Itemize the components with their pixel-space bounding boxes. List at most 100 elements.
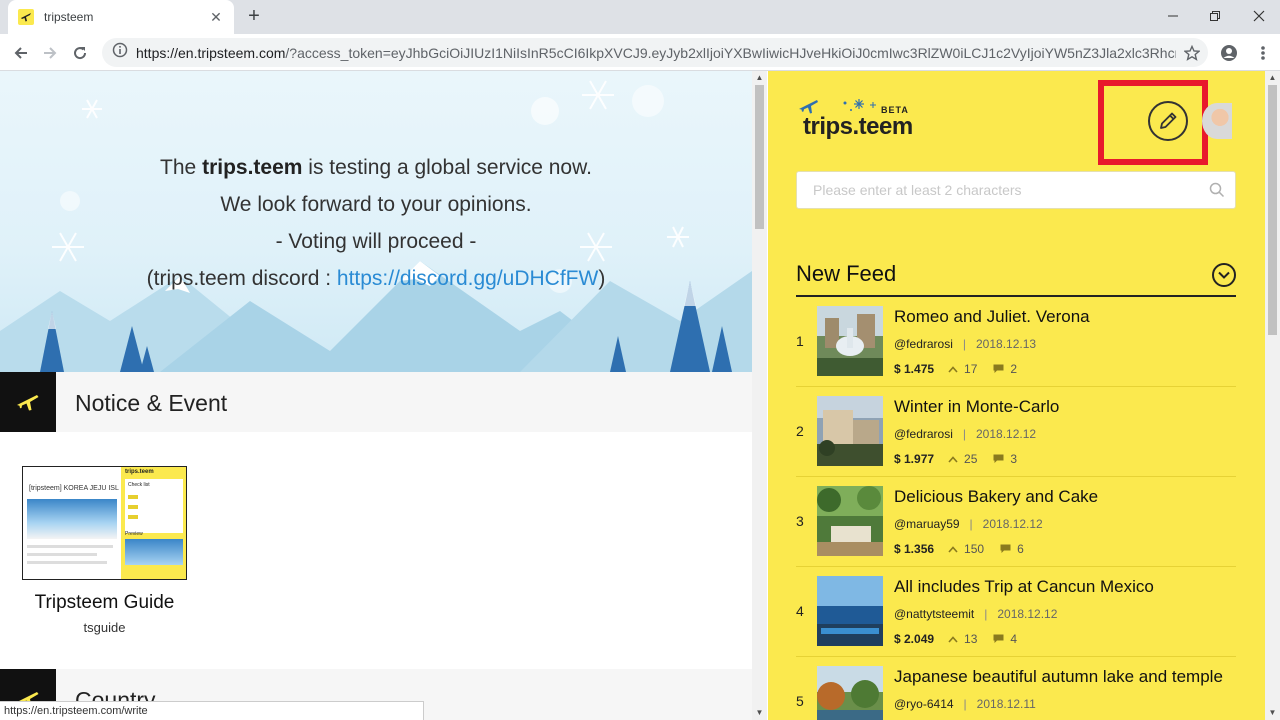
feed-list: 1 Romeo and Juliet. Verona @fedrarosi | … [796, 297, 1236, 720]
scroll-down-icon[interactable]: ▼ [755, 708, 764, 718]
upvote-value: 13 [964, 632, 978, 646]
upvote-count[interactable]: 150 [948, 542, 984, 556]
feed-stats: $ 1.356 150 6 [894, 542, 1024, 556]
feed-title-link[interactable]: Delicious Bakery and Cake [894, 487, 1098, 507]
upvote-value: 150 [964, 542, 985, 556]
feed-rank: 4 [796, 603, 804, 619]
feed-title: New Feed [796, 261, 897, 286]
feed-meta: @fedrarosi | 2018.12.12 [894, 427, 1036, 441]
write-post-button[interactable] [1148, 101, 1188, 141]
scroll-up-icon[interactable]: ▲ [755, 73, 764, 83]
feed-item[interactable]: 2 Winter in Monte-Carlo @fedrarosi | 201… [796, 387, 1236, 477]
comment-count[interactable]: 6 [1000, 542, 1024, 556]
feed-author[interactable]: @fedrarosi [894, 427, 953, 441]
panel-scrollbar[interactable]: ▲ ▼ [1265, 71, 1280, 720]
new-feed-header: New Feed [796, 259, 1236, 297]
scroll-thumb[interactable] [755, 85, 764, 229]
feed-author[interactable]: @nattytsteemit [894, 607, 974, 621]
chevron-down-icon[interactable] [1212, 263, 1236, 287]
upvote-icon [948, 635, 958, 643]
browser-toolbar: https://en.tripsteem.com/?access_token=e… [0, 34, 1280, 71]
meta-separator: | [962, 427, 966, 441]
feed-thumbnail[interactable] [817, 306, 883, 376]
upvote-value: 17 [964, 362, 978, 376]
address-bar[interactable]: https://en.tripsteem.com/?access_token=e… [102, 38, 1208, 67]
guide-author: tsguide [83, 620, 126, 635]
feed-author[interactable]: @ryo-6414 [894, 697, 954, 711]
comment-icon [993, 634, 1004, 643]
feed-rank: 1 [796, 333, 804, 349]
feed-thumbnail[interactable] [817, 576, 883, 646]
profile-icon[interactable] [1216, 40, 1242, 66]
feed-item[interactable]: 3 Delicious Bakery and Cake @maruay59 | … [796, 477, 1236, 567]
notice-section-header: Notice & Event [0, 372, 752, 432]
feed-title-link[interactable]: All includes Trip at Cancun Mexico [894, 577, 1154, 597]
notice-banner: The trips.teem is testing a global servi… [0, 71, 752, 372]
back-button[interactable] [8, 40, 34, 66]
left-scrollbar[interactable]: ▲ ▼ [752, 71, 767, 720]
browser-menu-icon[interactable] [1250, 40, 1276, 66]
scroll-down-icon[interactable]: ▼ [1268, 708, 1277, 718]
maximize-button[interactable] [1200, 4, 1230, 28]
comment-count[interactable]: 2 [993, 362, 1017, 376]
minimize-button[interactable] [1158, 4, 1188, 28]
tab-close-icon[interactable]: ✕ [208, 9, 224, 26]
search-input[interactable] [797, 172, 1197, 208]
user-avatar[interactable] [1202, 103, 1232, 139]
guide-thumbnail[interactable]: [tripsteem] KOREA JEJU ISL trips.teem Ch… [22, 466, 187, 580]
comment-count[interactable]: 3 [993, 452, 1017, 466]
banner-line-1: The trips.teem is testing a global servi… [160, 156, 592, 179]
beta-badge: BETA [881, 105, 909, 115]
upvote-count[interactable]: 17 [948, 362, 977, 376]
comment-value: 3 [1010, 452, 1018, 466]
feed-thumbnail[interactable] [817, 396, 883, 466]
upvote-icon [948, 545, 958, 553]
feed-thumbnail[interactable] [817, 486, 883, 556]
tripsteem-logo[interactable]: trips.teem BETA [795, 95, 925, 145]
feed-author[interactable]: @fedrarosi [894, 337, 953, 351]
meta-separator: | [984, 607, 988, 621]
feed-meta: @nattytsteemit | 2018.12.12 [894, 607, 1057, 621]
airplane-icon [0, 372, 56, 432]
feed-title-link[interactable]: Japanese beautiful autumn lake and templ… [894, 667, 1223, 687]
feed-item[interactable]: 4 All includes Trip at Cancun Mexico @na… [796, 567, 1236, 657]
side-panel: trips.teem BETA New Feed 1 [768, 71, 1265, 720]
scroll-thumb[interactable] [1268, 85, 1277, 335]
comment-value: 4 [1010, 632, 1018, 646]
reload-button[interactable] [67, 40, 93, 66]
window-close-button[interactable] [1244, 4, 1274, 28]
discord-link[interactable]: https://discord.gg/uDHCfFW [337, 267, 598, 290]
feed-item[interactable]: 1 Romeo and Juliet. Verona @fedrarosi | … [796, 297, 1236, 387]
section-title-notice: Notice & Event [75, 390, 228, 416]
search-box[interactable] [796, 171, 1236, 209]
scroll-up-icon[interactable]: ▲ [1268, 73, 1277, 83]
guide-title[interactable]: Tripsteem Guide [22, 592, 187, 614]
pencil-icon [1160, 112, 1177, 129]
feed-title-link[interactable]: Winter in Monte-Carlo [894, 397, 1059, 417]
guide-card[interactable]: [tripsteem] KOREA JEJU ISL trips.teem Ch… [22, 466, 187, 635]
feed-author[interactable]: @maruay59 [894, 517, 960, 531]
feed-meta: @maruay59 | 2018.12.12 [894, 517, 1043, 531]
airplane-favicon-icon [18, 9, 34, 25]
forward-button[interactable] [37, 40, 63, 66]
tab-strip: tripsteem ✕ + [0, 0, 1280, 34]
feed-title-link[interactable]: Romeo and Juliet. Verona [894, 307, 1090, 327]
feed-rank: 5 [796, 693, 804, 709]
bookmark-star-icon[interactable] [1179, 40, 1205, 66]
upvote-count[interactable]: 13 [948, 632, 977, 646]
comment-count[interactable]: 4 [993, 632, 1017, 646]
new-tab-button[interactable]: + [244, 6, 264, 26]
search-icon[interactable] [1209, 182, 1225, 203]
main-content: The trips.teem is testing a global servi… [0, 71, 752, 720]
browser-tab[interactable]: tripsteem ✕ [8, 0, 234, 34]
tab-title: tripsteem [44, 10, 94, 24]
banner-message: The trips.teem is testing a global servi… [0, 149, 752, 297]
banner-line-2: We look forward to your opinions. [220, 193, 532, 216]
meta-separator: | [969, 517, 973, 531]
upvote-count[interactable]: 25 [948, 452, 977, 466]
comment-value: 6 [1017, 542, 1024, 556]
feed-thumbnail[interactable] [817, 666, 883, 720]
feed-date: 2018.12.12 [976, 427, 1037, 441]
info-icon[interactable] [112, 42, 128, 63]
feed-item[interactable]: 5 Japanese beautiful autumn lake and tem… [796, 657, 1236, 720]
